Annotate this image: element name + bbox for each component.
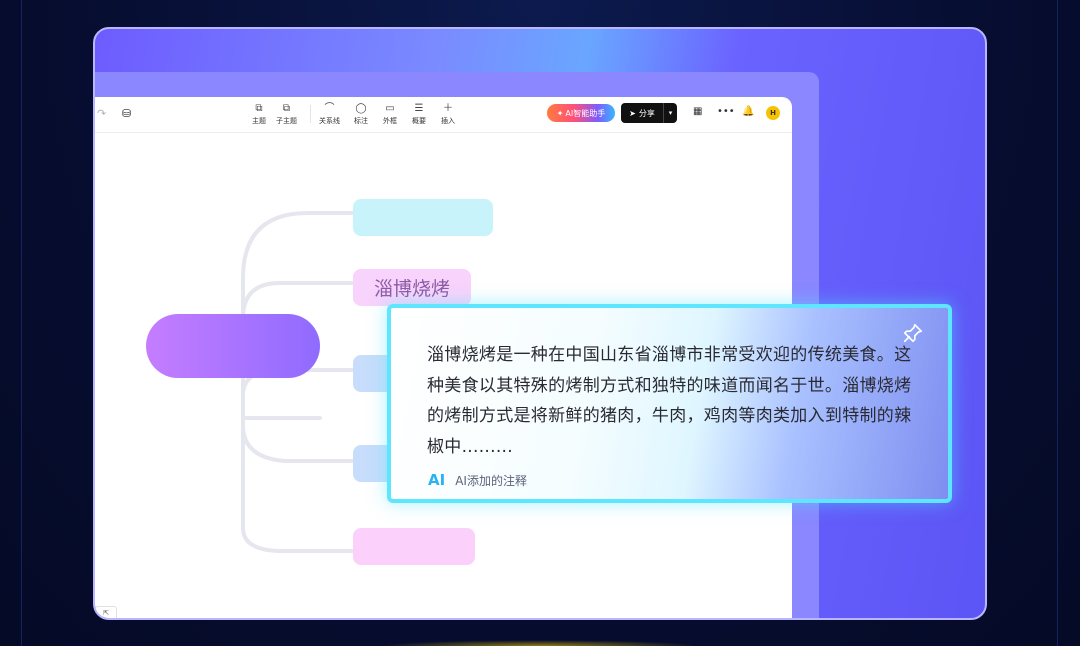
toolbar-item-label: 插入 [441,117,455,125]
subtopic-icon: ⧉ [282,103,291,114]
page-background: ↷ ⛁ ⧉ 主题 ⧉ 子主题 ⌒ 关系线 ◯ 标注 ▭ 外框 ☰ 概要 ＋ 插入… [0,0,1080,646]
expand-icon[interactable]: ⇱ [95,606,117,618]
ai-assistant-label: AI智能助手 [565,108,606,118]
toolbar-item-label: 标注 [354,117,368,125]
cursor-icon: ➤ [629,108,636,118]
toolbar-item-subtopic[interactable]: ⧉ 子主题 [276,103,297,126]
chevron-down-icon[interactable]: ▾ [664,109,677,117]
toolbar-item-label: 主题 [252,117,266,125]
topic-icon: ⧉ [255,103,263,114]
more-icon[interactable]: ••• [717,106,735,117]
annotation-icon: ◯ [355,103,367,114]
share-label: 分享 [638,108,655,118]
toolbar-item-label: 外框 [383,117,397,125]
right-border-line [1057,0,1058,646]
share-button[interactable]: ➤ 分享 ▾ [621,103,677,123]
connector-line [241,281,355,320]
note-footer: AI AI添加的注释 [428,471,527,489]
plus-icon: ＋ [443,103,453,114]
toolbar-item-label: 关系线 [319,117,340,125]
frame-icon: ▭ [385,103,395,114]
note-source-label: AI添加的注释 [455,473,527,488]
avatar[interactable]: H [766,106,780,120]
toolbar-divider [310,105,311,123]
bell-icon[interactable]: 🔔 [742,106,754,117]
toolbar-item-frame[interactable]: ▭ 外框 [383,103,397,126]
redo-icon[interactable]: ↷ [97,107,106,120]
left-border-line [21,0,22,646]
ai-note-card[interactable]: 淄博烧烤是一种在中国山东省淄博市非常受欢迎的传统美食。这种美食以其特殊的烤制方式… [387,304,952,503]
note-text: 淄博烧烤是一种在中国山东省淄博市非常受欢迎的传统美食。这种美食以其特殊的烤制方式… [427,345,912,457]
relation-icon: ⌒ [324,103,335,114]
sparkle-icon: ✦ [556,108,564,118]
format-brush-icon[interactable]: ⛁ [122,107,131,120]
toolbar-item-annotation[interactable]: ◯ 标注 [354,103,368,126]
branch-node[interactable] [353,199,493,236]
toolbar-item-insert[interactable]: ＋ 插入 [441,103,455,126]
connector-line [241,416,355,553]
bottom-glow [380,640,700,646]
root-node[interactable] [146,314,320,378]
toolbar-item-summary[interactable]: ☰ 概要 [412,103,426,126]
toolbar-item-label: 概要 [412,117,426,125]
toolbar-item-label: 子主题 [276,117,297,125]
grid-icon[interactable]: ▦ [693,106,702,117]
summary-icon: ☰ [414,103,424,114]
ai-assistant-button[interactable]: ✦ AI智能助手 [547,104,615,122]
branch-node[interactable]: 淄博烧烤 [353,269,471,306]
toolbar-item-topic[interactable]: ⧉ 主题 [252,103,266,126]
toolbar: ↷ ⛁ ⧉ 主题 ⧉ 子主题 ⌒ 关系线 ◯ 标注 ▭ 外框 ☰ 概要 ＋ 插入… [95,97,792,133]
toolbar-item-relation[interactable]: ⌒ 关系线 [319,103,340,126]
ai-badge: AI [428,471,446,489]
branch-node[interactable] [353,528,475,565]
connector-line [241,416,355,463]
